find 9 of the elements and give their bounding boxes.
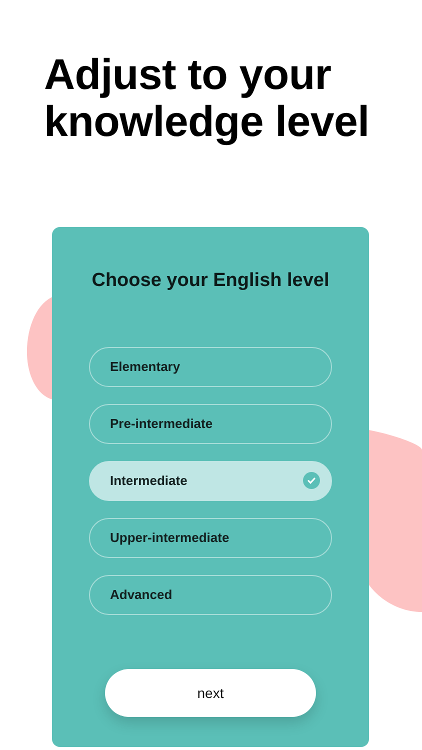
level-option[interactable]: Intermediate: [89, 460, 332, 501]
level-option[interactable]: Pre-intermediate: [89, 404, 332, 444]
checkmark-icon: [303, 472, 320, 490]
headline: Adjust to your knowledge level: [43, 50, 370, 147]
level-option[interactable]: Advanced: [89, 574, 332, 615]
card-title: Choose your English level: [92, 270, 330, 292]
level-option[interactable]: Upper-intermediate: [89, 518, 332, 558]
level-option[interactable]: Elementary: [89, 346, 332, 387]
next-button[interactable]: next: [105, 668, 316, 717]
